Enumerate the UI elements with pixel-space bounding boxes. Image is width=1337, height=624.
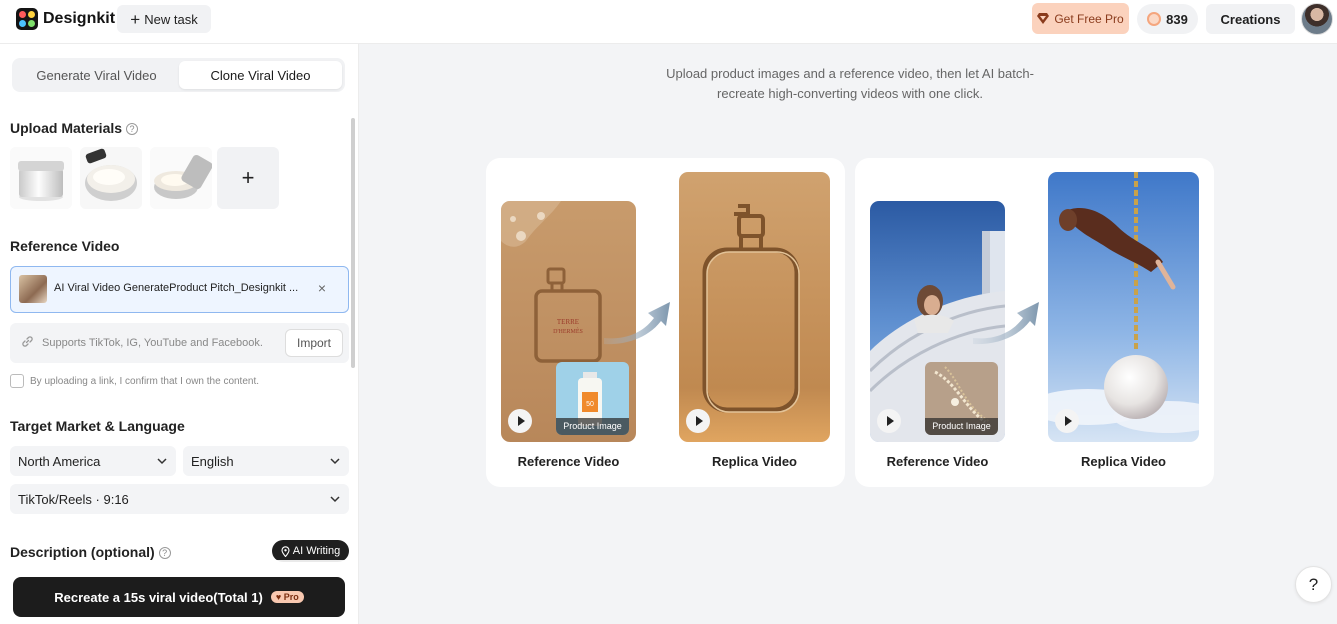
chevron-down-icon (330, 458, 340, 465)
format-select[interactable]: TikTok/Reels · 9:16 (10, 484, 349, 514)
replica-video-label: Replica Video (711, 454, 797, 469)
add-material-button[interactable]: + (217, 147, 279, 209)
coin-icon (1147, 12, 1162, 26)
material-thumbnail[interactable] (10, 147, 72, 209)
replica-video-thumbnail[interactable] (679, 172, 830, 442)
bottle-text: D'HERMÈS (553, 327, 583, 335)
reference-video-label: Reference Video (517, 454, 620, 469)
chevron-down-icon (157, 458, 167, 465)
product-image-thumbnail: Product Image (925, 362, 998, 435)
replica-video-thumbnail[interactable] (1048, 172, 1199, 442)
get-free-pro-button[interactable]: Get Free Pro (1032, 3, 1129, 34)
plus-icon: + (130, 9, 141, 29)
get-free-pro-label: Get Free Pro (1054, 11, 1124, 26)
link-icon (22, 336, 33, 347)
description-title: Description (optional) (10, 544, 155, 560)
material-thumbnail[interactable] (80, 147, 142, 209)
language-select[interactable]: English (183, 446, 349, 476)
description-heading: Description (optional)? (10, 544, 171, 560)
upload-materials-title: Upload Materials (10, 120, 123, 136)
help-circle-icon[interactable]: ? (126, 123, 139, 135)
chevron-down-icon (330, 496, 340, 503)
video-link-input[interactable]: Supports TikTok, IG, YouTube and Faceboo… (10, 323, 349, 363)
ownership-confirm-text: By uploading a link, I confirm that I ow… (30, 376, 260, 387)
reference-video-thumbnail (19, 275, 47, 303)
recreate-label: Recreate a 15s viral video(Total 1) (54, 589, 263, 605)
reference-video-label: Reference Video (886, 454, 989, 469)
ai-writing-button[interactable]: AI Writing (272, 540, 349, 562)
remove-file-icon[interactable]: × (318, 280, 326, 296)
product-text: 50 (586, 401, 594, 408)
reference-video-heading: Reference Video (10, 238, 120, 254)
new-task-button[interactable]: + New task (117, 5, 211, 33)
intro-text: Upload product images and a reference vi… (600, 64, 1100, 104)
market-select[interactable]: North America (10, 446, 176, 476)
product-image-thumbnail: 50 Product Image (556, 362, 629, 435)
import-button[interactable]: Import (285, 329, 343, 357)
plus-icon: + (241, 165, 255, 190)
ai-writing-label: AI Writing (292, 545, 341, 557)
brand-name[interactable]: Designkit (43, 10, 115, 28)
target-market-heading: Target Market & Language (10, 418, 185, 434)
recreate-video-button[interactable]: Recreate a 15s viral video(Total 1) ♥ Pr… (13, 577, 345, 617)
play-icon[interactable] (508, 409, 532, 433)
sidebar: Generate Viral Video Clone Viral Video U… (0, 44, 359, 624)
new-task-label: New task (144, 11, 198, 27)
product-image-label: Product Image (925, 418, 998, 435)
replica-video-label: Replica Video (1080, 454, 1166, 469)
material-thumbnail[interactable] (150, 147, 212, 209)
help-button[interactable]: ? (1295, 566, 1332, 603)
bottle-text: TERRE (557, 318, 579, 326)
reference-video-file[interactable]: AI Viral Video GenerateProduct Pitch_Des… (10, 266, 349, 313)
intro-line-1: Upload product images and a reference vi… (666, 66, 1034, 81)
arrow-right-icon (973, 302, 1039, 345)
market-value: North America (18, 453, 101, 469)
help-circle-icon[interactable]: ? (158, 547, 171, 559)
top-bar: Designkit + New task Get Free Pro 839 Cr… (0, 0, 1337, 44)
tab-clone-viral-video[interactable]: Clone Viral Video (179, 61, 342, 89)
pro-badge-label: Pro (283, 592, 299, 602)
user-avatar[interactable] (1301, 3, 1333, 35)
designkit-logo-icon[interactable] (16, 8, 38, 30)
play-icon[interactable] (1055, 409, 1079, 433)
credits-value: 839 (1166, 11, 1188, 27)
link-placeholder: Supports TikTok, IG, YouTube and Faceboo… (42, 337, 263, 349)
creations-button[interactable]: Creations (1206, 4, 1295, 34)
mode-tabs: Generate Viral Video Clone Viral Video (12, 58, 345, 92)
sidebar-scrollbar[interactable] (351, 118, 355, 368)
reference-video-filename: AI Viral Video GenerateProduct Pitch_Des… (54, 282, 299, 294)
pro-badge: ♥ Pro (270, 591, 304, 603)
upload-materials-heading: Upload Materials? (10, 120, 139, 136)
play-icon[interactable] (686, 409, 710, 433)
product-image-label: Product Image (556, 418, 629, 435)
intro-line-2: recreate high-converting videos with one… (717, 86, 983, 101)
language-value: English (191, 453, 234, 469)
ownership-checkbox[interactable] (10, 374, 24, 388)
diamond-icon (1037, 13, 1050, 24)
play-icon[interactable] (877, 409, 901, 433)
credits-balance[interactable]: 839 (1137, 4, 1198, 34)
format-value: TikTok/Reels · 9:16 (18, 491, 129, 507)
tab-generate-viral-video[interactable]: Generate Viral Video (15, 61, 178, 89)
arrow-right-icon (604, 302, 670, 345)
location-pin-icon (281, 545, 290, 557)
